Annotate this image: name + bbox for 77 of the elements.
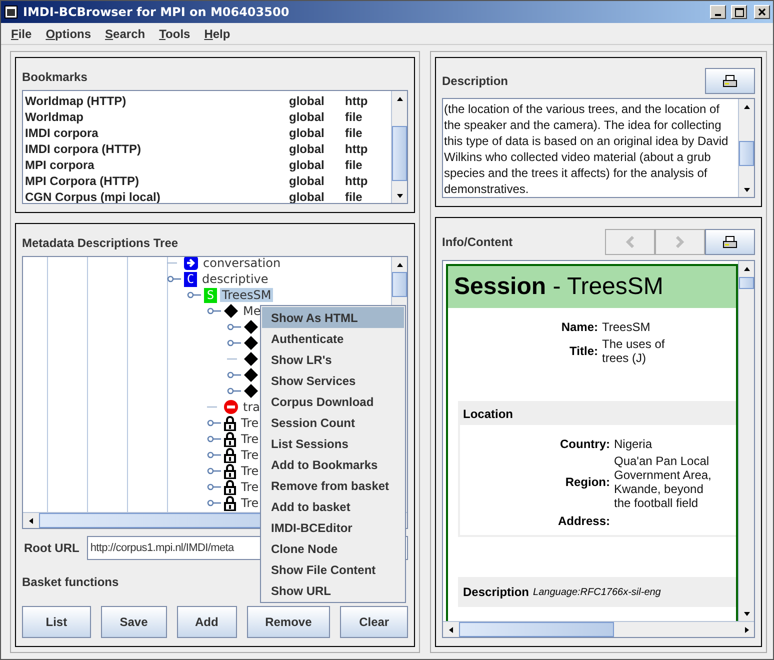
- bookmark-scope: global: [289, 142, 326, 156]
- document-heading: Session - TreesSM: [448, 266, 736, 308]
- tree-node-label[interactable]: conversation: [201, 257, 283, 270]
- field-value: Nigeria: [614, 437, 654, 451]
- field-label: Country:: [559, 437, 610, 451]
- session-icon: S: [204, 288, 217, 302]
- basket-button[interactable]: Clear: [340, 606, 408, 638]
- bookmark-scope: global: [289, 110, 326, 124]
- menu-item[interactable]: Search: [99, 26, 152, 40]
- bookmark-type: file: [345, 110, 364, 124]
- tree-node-label[interactable]: descriptive: [200, 272, 270, 286]
- context-menu-item[interactable]: Show As HTML: [262, 307, 404, 328]
- bookmark-name[interactable]: IMDI corpora: [25, 126, 289, 140]
- panel-title: Metadata Descriptions Tree: [22, 236, 178, 250]
- basket-button[interactable]: Remove: [246, 606, 330, 638]
- panel-title: Bookmarks: [22, 70, 88, 84]
- tree-node-label[interactable]: Tre: [239, 480, 261, 494]
- bookmark-scope: global: [289, 174, 326, 188]
- context-menu-item[interactable]: Show Services: [262, 370, 404, 391]
- field-label: Region:: [564, 475, 610, 489]
- context-menu-item[interactable]: Remove from basket: [262, 475, 404, 496]
- language-text: Language:RFC1766x-sil-eng: [533, 586, 661, 598]
- menu-item[interactable]: Help: [198, 26, 236, 40]
- bookmark-scope: global: [289, 158, 326, 172]
- basket-button[interactable]: List: [22, 606, 91, 638]
- field-label: Title:: [568, 344, 598, 358]
- section-title: Location: [463, 407, 513, 421]
- context-menu-item[interactable]: Clone Node: [262, 538, 404, 559]
- bookmark-scope: global: [289, 94, 326, 108]
- tree-node-label[interactable]: Tre: [239, 464, 261, 478]
- field-label: Address:: [556, 514, 610, 528]
- field-value: Qua'an Pan Local Government Area, Kwande, beyond the football field: [614, 454, 712, 510]
- field-label: Name:: [560, 320, 598, 334]
- tree-node-label[interactable]: Tre: [239, 496, 261, 510]
- context-menu-item[interactable]: Add to Bookmarks: [262, 454, 404, 475]
- menu-item[interactable]: Tools: [153, 26, 196, 40]
- bookmark-name[interactable]: Worldmap: [25, 110, 289, 124]
- context-menu-item[interactable]: Session Count: [262, 412, 404, 433]
- context-menu-item[interactable]: Show File Content: [262, 559, 404, 580]
- bookmark-name[interactable]: IMDI corpora (HTTP): [25, 142, 289, 156]
- bookmark-name[interactable]: MPI corpora: [25, 158, 289, 172]
- context-menu-item[interactable]: List Sessions: [262, 433, 404, 454]
- menu-item[interactable]: File: [5, 26, 38, 40]
- bookmark-type: http: [345, 174, 369, 188]
- basket-button[interactable]: Save: [100, 606, 167, 638]
- context-menu-item[interactable]: Corpus Download: [262, 391, 404, 412]
- menu-item[interactable]: Options: [40, 26, 98, 40]
- panel-title: Description: [442, 74, 508, 88]
- context-menu-item[interactable]: Show LR's: [262, 349, 404, 370]
- bookmark-name[interactable]: MPI Corpora (HTTP): [25, 174, 289, 188]
- context-menu-item[interactable]: Show URL: [262, 580, 404, 601]
- tree-node-label[interactable]: Tre: [239, 416, 261, 430]
- tree-node-label[interactable]: tra: [241, 400, 262, 414]
- tree-node-label[interactable]: TreesSM: [220, 288, 274, 302]
- bookmark-scope: global: [289, 126, 326, 140]
- tree-node-label[interactable]: Tre: [239, 432, 261, 446]
- bookmark-type: file: [345, 126, 364, 140]
- bookmark-type: http: [345, 94, 369, 108]
- corpus-icon: C: [184, 272, 197, 286]
- context-menu-item[interactable]: Authenticate: [262, 328, 404, 349]
- bookmark-type: file: [345, 158, 364, 172]
- bookmark-type: http: [345, 142, 369, 156]
- basket-title: Basket functions: [22, 575, 119, 589]
- bookmark-type: file: [345, 190, 364, 203]
- field-value: TreesSM: [602, 320, 652, 334]
- tree-node-label[interactable]: Tre: [239, 448, 261, 462]
- context-menu-item[interactable]: Add to basket: [262, 496, 404, 517]
- description-text: (the location of the various trees, and the location of the speaker and the camera). The idea for collecting this type of data is based on an original idea by David Wilkins who collected video material (about a grub species and the trees it affects) for the analysis of demonstratives.: [443, 101, 730, 197]
- root-url-label: Root URL: [24, 541, 80, 555]
- context-menu-item[interactable]: IMDI-BCEditor: [262, 517, 404, 538]
- field-value: The uses of trees (J): [602, 337, 666, 365]
- window-title: IMDI-BCBrowser for MPI on M06403500: [23, 5, 290, 19]
- bookmark-name[interactable]: Worldmap (HTTP): [25, 94, 289, 108]
- section-title: Description: [463, 585, 530, 599]
- panel-title: Info/Content: [442, 235, 513, 249]
- basket-button[interactable]: Add: [176, 606, 237, 638]
- tree-node-label[interactable]: Me: [241, 304, 263, 318]
